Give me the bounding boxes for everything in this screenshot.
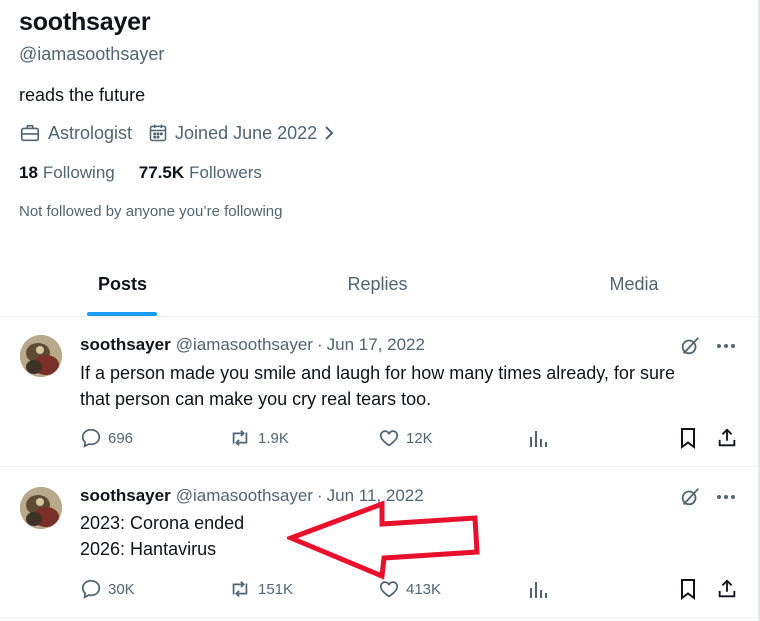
share-button[interactable] (716, 578, 744, 600)
like-count: 413K (406, 580, 442, 598)
profile-bio: reads the future (19, 85, 146, 105)
repost-icon (232, 430, 248, 446)
calendar-icon (149, 124, 167, 142)
followers-label: Followers (189, 163, 262, 182)
post-text-line: that person can make you cry real tears … (80, 389, 432, 409)
reply-count: 30K (108, 580, 135, 598)
tab-posts[interactable]: Posts (0, 252, 245, 316)
profile-occupation: Astrologist (19, 122, 132, 144)
reply-count: 696 (108, 429, 134, 447)
chevron-right-icon[interactable] (321, 124, 337, 142)
red-arrow-annotation (287, 500, 480, 580)
repost-icon (232, 581, 248, 597)
profile-meta: Astrologist Joined June 2022 (19, 122, 344, 144)
repost-button[interactable]: 1.9K (228, 427, 289, 449)
heart-icon (379, 581, 399, 598)
post-header-actions (678, 486, 736, 508)
bookmark-icon (681, 428, 695, 449)
post-actions: 30K 151K 413K (80, 578, 740, 602)
repost-count: 1.9K (258, 429, 289, 447)
profile-name: soothsayer (19, 8, 151, 36)
tab-active-indicator (87, 312, 157, 316)
following-label: Following (42, 163, 115, 182)
tab-media-label: Media (609, 273, 659, 294)
more-icon[interactable] (716, 343, 736, 349)
views-button[interactable] (528, 578, 554, 600)
avatar[interactable] (20, 487, 62, 529)
post-separator: · (316, 335, 323, 354)
not-followed-note: Not followed by anyone you’re following (19, 203, 283, 220)
like-count: 12K (406, 429, 433, 447)
occupation-text: Astrologist (48, 122, 133, 143)
post-author-name[interactable]: soothsayer (80, 335, 171, 355)
share-icon (718, 428, 736, 447)
more-icon[interactable] (716, 494, 736, 500)
share-button[interactable] (716, 427, 744, 449)
repost-count: 151K (258, 580, 294, 598)
like-button[interactable]: 12K (378, 427, 433, 449)
reply-button[interactable]: 30K (80, 578, 135, 600)
post-date[interactable]: Jun 17, 2022 (327, 335, 425, 355)
following-count: 18 (19, 163, 38, 182)
avatar-image (20, 335, 62, 377)
views-button[interactable] (528, 427, 554, 449)
followers-count: 77.5K (138, 163, 185, 182)
briefcase-icon (20, 124, 40, 142)
tab-replies[interactable]: Replies (245, 252, 510, 316)
avatar[interactable] (20, 335, 62, 377)
profile-handle: @iamasoothsayer (19, 44, 165, 64)
post-header: soothsayer @iamasoothsayer · Jun 17, 202… (80, 335, 425, 355)
post-item[interactable]: soothsayer @iamasoothsayer · Jun 17, 202… (0, 317, 758, 467)
post-text-line: If a person made you smile and laugh for… (80, 363, 675, 383)
bookmark-icon (681, 579, 695, 600)
bookmark-button[interactable] (678, 578, 704, 600)
analytics-icon (530, 582, 547, 598)
like-button[interactable]: 413K (378, 578, 441, 600)
tab-media[interactable]: Media (510, 252, 758, 316)
grok-icon[interactable] (678, 486, 702, 508)
repost-button[interactable]: 151K (228, 578, 293, 600)
followers-link[interactable]: 77.5K Followers (139, 163, 262, 183)
grok-icon[interactable] (678, 335, 702, 357)
reply-icon (81, 428, 101, 448)
reply-icon (81, 579, 101, 599)
following-link[interactable]: 18 Following (19, 163, 115, 183)
tab-posts-label: Posts (97, 273, 148, 294)
profile-tabs: Posts Replies Media (0, 252, 758, 317)
analytics-icon (530, 431, 547, 447)
share-icon (718, 579, 736, 598)
reply-button[interactable]: 696 (80, 427, 133, 449)
bookmark-button[interactable] (678, 427, 704, 449)
profile-joined[interactable]: Joined June 2022 (148, 123, 344, 144)
post-text: If a person made you smile and laugh for… (80, 360, 740, 412)
heart-icon (379, 430, 399, 447)
joined-text: Joined June 2022 (175, 122, 318, 143)
avatar-image (20, 487, 62, 529)
post-author-name[interactable]: soothsayer (80, 486, 171, 506)
post-header-actions (678, 335, 736, 357)
follow-stats: 18 Following 77.5K Followers (19, 163, 262, 183)
post-actions: 696 1.9K 12K (80, 427, 740, 451)
tab-replies-label: Replies (347, 273, 408, 294)
post-author-handle[interactable]: @iamasoothsayer (176, 335, 313, 355)
